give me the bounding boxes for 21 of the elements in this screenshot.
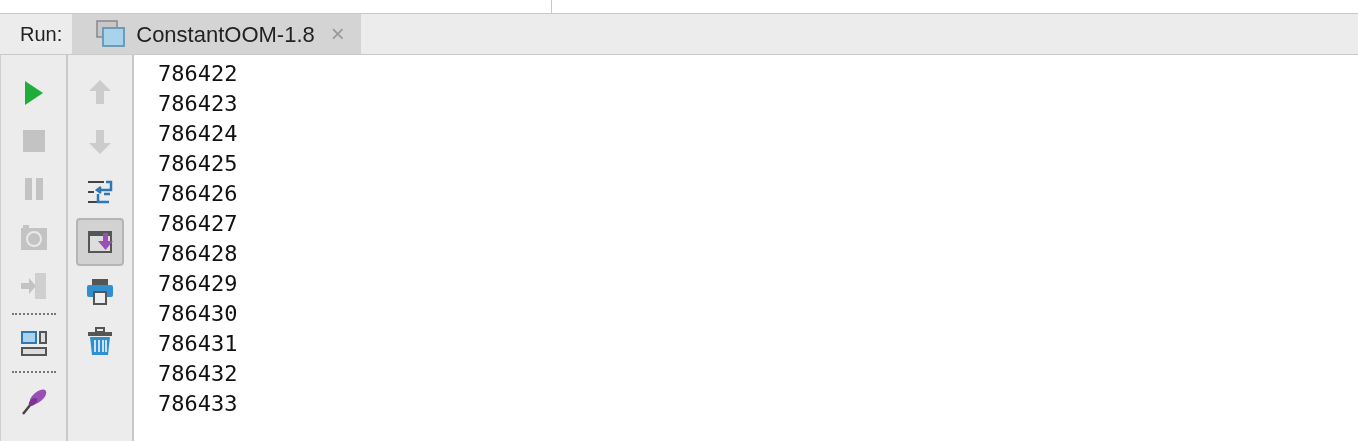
console-line: 786432 [158, 360, 239, 388]
console-line: 786422 [158, 60, 239, 88]
console-line: 786423 [158, 90, 239, 118]
printer-icon [85, 277, 115, 307]
camera-icon [18, 222, 49, 252]
trash-icon [85, 327, 115, 357]
run-tab[interactable]: ConstantOOM-1.8 × [72, 14, 361, 54]
layout-icon [18, 328, 49, 358]
console-line: 786424 [158, 120, 239, 148]
run-label: Run: [19, 22, 64, 47]
console-line: 786427 [158, 210, 239, 238]
console-line: 786428 [158, 240, 239, 268]
scroll-to-end-button[interactable] [76, 218, 124, 266]
console-line: 786429 [158, 270, 239, 298]
console-line: 786426 [158, 180, 239, 208]
console-line: 786425 [158, 150, 239, 178]
console-line: 786430 [158, 300, 239, 328]
console-line: 786433 [158, 390, 239, 418]
console-line: 786431 [158, 330, 239, 358]
window-icon [96, 20, 127, 48]
exit-icon [18, 270, 49, 300]
